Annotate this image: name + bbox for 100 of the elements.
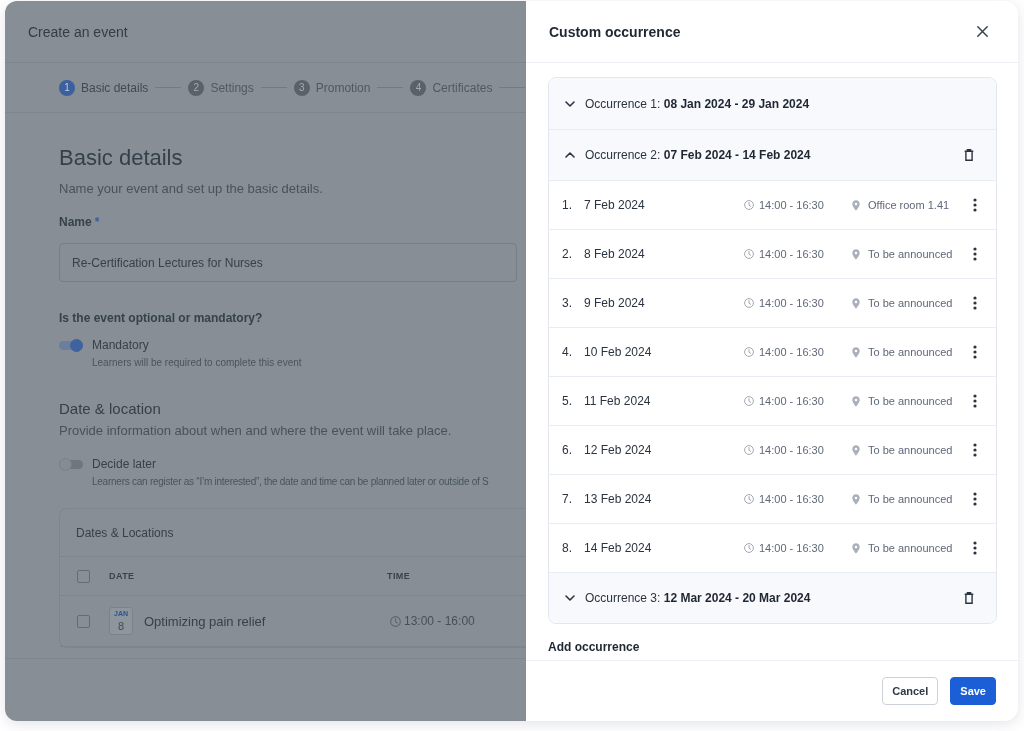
- chevron-down-icon[interactable]: [565, 100, 575, 107]
- more-options-icon[interactable]: [972, 296, 977, 310]
- session-location: To be announced: [868, 542, 953, 554]
- modal-title: Create an event: [28, 23, 128, 40]
- card-title: Dates & Locations: [76, 525, 174, 540]
- clock-icon: [744, 249, 754, 259]
- clock-icon: [390, 615, 401, 627]
- session-number: 5.: [562, 394, 572, 408]
- section-description: Name your event and set up the basic details.: [59, 180, 323, 198]
- section-heading: Basic details: [59, 144, 183, 172]
- more-options-icon[interactable]: [972, 394, 977, 408]
- session-number: 7.: [562, 492, 572, 506]
- session-time: 14:00 - 16:30: [759, 199, 824, 211]
- step-label: Promotion: [315, 80, 371, 95]
- step-label: Basic details: [81, 80, 149, 95]
- occurrence-title: Occurrence 3: 12 Mar 2024 - 20 Mar 2024: [585, 591, 811, 605]
- chevron-down-icon[interactable]: [565, 595, 575, 601]
- required-mark: *: [94, 214, 100, 230]
- checkbox[interactable]: [77, 614, 90, 628]
- more-options-icon[interactable]: [972, 443, 977, 457]
- session-number: 6.: [562, 443, 572, 457]
- session-date: 8 Feb 2024: [584, 247, 645, 261]
- session-location: To be announced: [868, 493, 953, 505]
- location-pin-icon: [852, 395, 860, 407]
- toggle-label: Decide later: [92, 456, 157, 472]
- more-options-icon[interactable]: [972, 198, 977, 212]
- location-pin-icon: [852, 346, 860, 358]
- clock-icon: [744, 200, 754, 210]
- session-time: 14:00 - 16:30: [759, 493, 824, 505]
- more-options-icon[interactable]: [972, 345, 977, 359]
- drawer-title: Custom occurrence: [549, 23, 681, 40]
- session-date: 12 Feb 2024: [584, 443, 652, 457]
- add-occurrence-link[interactable]: Add occurrence: [548, 640, 640, 654]
- clock-icon: [744, 298, 754, 308]
- location-pin-icon: [852, 199, 860, 211]
- trash-icon[interactable]: [964, 149, 974, 161]
- save-button[interactable]: Save: [950, 677, 996, 705]
- occurrence-header[interactable]: Occurrence 2: 07 Feb 2024 - 14 Feb 2024: [549, 129, 996, 180]
- location-pin-icon: [852, 542, 860, 554]
- close-icon[interactable]: [977, 26, 988, 37]
- session-date: 13 Feb 2024: [584, 492, 652, 506]
- session-time: 14:00 - 16:30: [759, 444, 824, 456]
- step-badge: 1: [59, 79, 75, 96]
- clock-icon: [744, 396, 754, 406]
- section-description: Provide information about when and where the event will take place.: [59, 422, 452, 440]
- clock-icon: [744, 347, 754, 357]
- step-label: Certificates: [432, 80, 493, 95]
- event-title: Optimizing pain relief: [144, 613, 266, 629]
- cancel-button[interactable]: Cancel: [882, 677, 939, 705]
- session-time: 14:00 - 16:30: [759, 346, 824, 358]
- session-number: 3.: [562, 296, 572, 310]
- step-badge: 4: [410, 79, 427, 96]
- question-label: Is the event optional or mandatory?: [59, 310, 263, 326]
- session-date: 10 Feb 2024: [584, 345, 652, 359]
- column-header: TIME: [387, 570, 411, 582]
- session-time: 14:00 - 16:30: [759, 395, 824, 407]
- more-options-icon[interactable]: [972, 247, 977, 261]
- session-number: 2.: [562, 247, 572, 261]
- field-label: Name: [59, 214, 92, 230]
- session-time: 14:00 - 16:30: [759, 297, 824, 309]
- checkbox[interactable]: [77, 569, 90, 583]
- clock-icon: [744, 445, 754, 455]
- session-time: 14:00 - 16:30: [759, 248, 824, 260]
- step-label: Settings: [210, 80, 254, 95]
- session-date: 11 Feb 2024: [584, 394, 651, 408]
- toggle-label: Mandatory: [92, 337, 149, 353]
- occurrence-header[interactable]: Occurrence 3: 12 Mar 2024 - 20 Mar 2024: [549, 572, 996, 623]
- column-header: DATE: [109, 570, 135, 582]
- more-options-icon[interactable]: [972, 492, 977, 506]
- location-pin-icon: [852, 444, 860, 456]
- session-number: 4.: [562, 345, 572, 359]
- toggle-switch[interactable]: [59, 339, 83, 352]
- session-date: 9 Feb 2024: [584, 296, 645, 310]
- step-badge: 3: [293, 79, 310, 96]
- occurrence-title: Occurrence 1: 08 Jan 2024 - 29 Jan 2024: [585, 96, 810, 111]
- more-options-icon[interactable]: [972, 541, 977, 555]
- session-time: 14:00 - 16:30: [759, 542, 824, 554]
- session-location: To be announced: [868, 346, 953, 358]
- step-badge: 2: [188, 79, 205, 96]
- event-time: 13:00 - 16:00: [404, 614, 475, 628]
- session-location: To be announced: [868, 444, 953, 456]
- clock-icon: [744, 543, 754, 553]
- occurrence-header[interactable]: Occurrence 1: 08 Jan 2024 - 29 Jan 2024: [549, 78, 996, 129]
- trash-icon[interactable]: [964, 592, 974, 604]
- chevron-up-icon[interactable]: [565, 152, 575, 158]
- session-location: To be announced: [868, 248, 953, 260]
- location-pin-icon: [852, 297, 860, 309]
- location-pin-icon: [852, 248, 860, 260]
- location-pin-icon: [852, 493, 860, 505]
- toggle-switch[interactable]: [59, 458, 83, 471]
- session-location: To be announced: [868, 297, 953, 309]
- session-number: 1.: [562, 198, 572, 212]
- session-date: 7 Feb 2024: [584, 198, 645, 212]
- occurrence-title: Occurrence 2: 07 Feb 2024 - 14 Feb 2024: [585, 148, 811, 162]
- clock-icon: [744, 494, 754, 504]
- tile-day: 8: [117, 619, 125, 633]
- session-date: 14 Feb 2024: [584, 541, 652, 555]
- session-number: 8.: [562, 541, 572, 555]
- session-location: Office room 1.41: [868, 199, 950, 211]
- session-location: To be announced: [868, 395, 953, 407]
